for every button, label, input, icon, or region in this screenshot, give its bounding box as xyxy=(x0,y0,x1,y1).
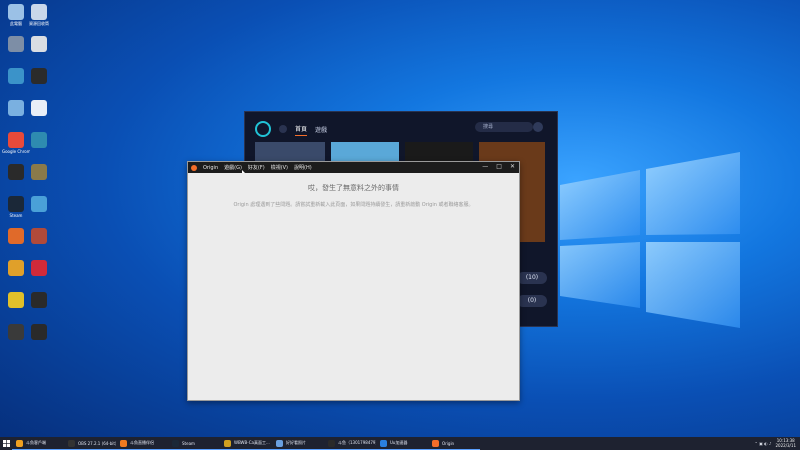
desktop-icon-area: 此電腦 資源回收筒 Google Chrome Steam xyxy=(0,0,60,430)
taskbar: 斗魚客戶端 OBS 27.2.1 (64-bit) 斗魚直播伴侶 Steam WBWB-… xyxy=(0,437,800,450)
desktop-icon-image xyxy=(8,164,24,180)
desktop-icon-image xyxy=(31,260,47,276)
taskbar-item-label: Uu加速器 xyxy=(390,440,408,445)
desktop-icon-image xyxy=(31,164,47,180)
desktop-icon-label: Steam xyxy=(9,213,23,218)
desktop-icon-image xyxy=(31,36,47,52)
desktop-icon-image xyxy=(31,196,47,212)
menu-help[interactable]: 說明(H) xyxy=(294,164,312,171)
taskbar-item-label: OBS 27.2.1 (64-bit) xyxy=(78,440,116,446)
taskbar-item-label: 斗魚直播伴侶 xyxy=(130,440,154,445)
clock-date: 2022/3/11 xyxy=(775,443,796,448)
error-window-titlebar: Origin 遊戲(G) 好友(F) 檢視(V) 說明(H) — □ ✕ xyxy=(188,162,519,173)
origin-error-window[interactable]: Origin 遊戲(G) 好友(F) 檢視(V) 說明(H) — □ ✕ 哎，發… xyxy=(187,161,520,401)
taskbar-item[interactable]: WBWB-Ca真面工... xyxy=(220,438,272,450)
desktop-icon[interactable] xyxy=(25,196,53,213)
friends-icon[interactable] xyxy=(533,122,543,132)
close-button[interactable]: ✕ xyxy=(510,163,515,170)
error-message: Origin 處理遇到了些問題。請嘗試重新載入此頁面，如果問題持續發生，請重新啟… xyxy=(233,202,474,208)
menu-games[interactable]: 遊戲(G) xyxy=(224,164,242,171)
menu-origin[interactable]: Origin xyxy=(203,165,218,171)
desktop-icon[interactable] xyxy=(25,228,53,245)
desktop-icon[interactable] xyxy=(25,292,53,309)
start-button[interactable] xyxy=(0,437,12,450)
minimize-button[interactable]: — xyxy=(482,163,488,170)
desktop-icon[interactable] xyxy=(25,36,53,53)
taskbar-app-icon xyxy=(16,439,23,447)
desktop-icon-image xyxy=(8,132,24,148)
error-heading: 哎，發生了無意料之外的事情 xyxy=(308,184,399,192)
desktop-icon-image xyxy=(31,68,47,84)
taskbar-app-icon xyxy=(120,439,127,447)
side-count-1[interactable]: (10) xyxy=(517,272,547,284)
origin-logo-icon xyxy=(255,121,271,137)
desktop-icon-image xyxy=(31,100,47,116)
desktop-icon[interactable] xyxy=(25,324,53,341)
desktop-icon-image xyxy=(8,260,24,276)
desktop-icon-label: 資源回收筒 xyxy=(29,21,49,26)
desktop-icon-image xyxy=(8,196,24,212)
desktop-icon-image xyxy=(8,324,24,340)
wallpaper-windows-logo xyxy=(560,152,740,328)
taskbar-item-label: 斗魚客戶端 xyxy=(26,440,46,445)
desktop-icon[interactable] xyxy=(25,164,53,181)
desktop-icon-image xyxy=(8,36,24,52)
taskbar-item[interactable]: Origin xyxy=(428,438,480,450)
system-tray: ⌃ ▣ ◐ ♪ 10:13:38 2022/3/11 xyxy=(754,438,796,448)
side-count-2[interactable]: (0) xyxy=(517,295,547,307)
desktop-icon-image xyxy=(31,292,47,308)
taskbar-item-label: Steam xyxy=(182,440,195,446)
taskbar-item[interactable]: 斗魚直播伴侶 xyxy=(116,438,168,450)
taskbar-app-icon xyxy=(380,439,387,447)
desktop-icon[interactable] xyxy=(25,68,53,85)
menu-view[interactable]: 檢視(V) xyxy=(271,164,288,171)
desktop-icon[interactable] xyxy=(25,100,53,117)
taskbar-app-icon xyxy=(68,439,75,447)
taskbar-app-icon xyxy=(224,439,231,447)
launcher-topbar: 首頁 遊戲 搜尋 xyxy=(245,112,557,146)
origin-logo-icon xyxy=(191,164,197,171)
desktop-icon[interactable] xyxy=(25,132,53,149)
desktop-icon-image xyxy=(8,68,24,84)
taskbar-item[interactable]: 好好看照片 xyxy=(272,438,324,450)
desktop-icon-image xyxy=(31,4,47,20)
taskbar-item-label: 斗鱼（1301798479） xyxy=(338,440,376,445)
nav-games[interactable]: 遊戲 xyxy=(315,123,327,136)
desktop-icon-image xyxy=(31,228,47,244)
taskbar-item[interactable]: 斗魚客戶端 xyxy=(12,438,64,450)
mouse-cursor xyxy=(242,170,245,173)
back-icon[interactable] xyxy=(279,125,287,133)
desktop-icon-image xyxy=(8,228,24,244)
desktop-icon-image xyxy=(8,4,24,20)
taskbar-item-label: Origin xyxy=(442,440,455,446)
launcher-search-input[interactable]: 搜尋 xyxy=(475,122,533,132)
desktop-icon[interactable] xyxy=(25,260,53,277)
taskbar-item-label: 好好看照片 xyxy=(286,440,306,445)
menu-friends[interactable]: 好友(F) xyxy=(248,164,265,171)
taskbar-app-icon xyxy=(328,439,335,447)
taskbar-item[interactable]: Uu加速器 xyxy=(376,438,428,450)
taskbar-item[interactable]: 斗鱼（1301798479） xyxy=(324,438,376,450)
taskbar-app-icon xyxy=(276,439,283,447)
clock[interactable]: 10:13:38 2022/3/11 xyxy=(775,438,796,448)
desktop-icon-label: Google Chrome xyxy=(2,149,30,154)
windows-icon xyxy=(2,440,10,447)
taskbar-app-icon xyxy=(432,439,439,447)
desktop-icon-image xyxy=(31,132,47,148)
desktop-icon[interactable]: 資源回收筒 xyxy=(25,4,53,26)
desktop-icon-image xyxy=(31,324,47,340)
taskbar-item-label: WBWB-Ca真面工... xyxy=(234,440,270,445)
window-controls: — □ ✕ xyxy=(482,163,515,170)
nav-home[interactable]: 首頁 xyxy=(295,122,308,136)
taskbar-item[interactable]: OBS 27.2.1 (64-bit) xyxy=(64,438,116,450)
tray-icons[interactable]: ⌃ ▣ ◐ ♪ xyxy=(754,441,771,446)
taskbar-app-icon xyxy=(172,439,179,447)
maximize-button[interactable]: □ xyxy=(496,163,502,170)
taskbar-item[interactable]: Steam xyxy=(168,438,220,450)
desktop-icon-image xyxy=(8,100,24,116)
desktop-icon-image xyxy=(8,292,24,308)
